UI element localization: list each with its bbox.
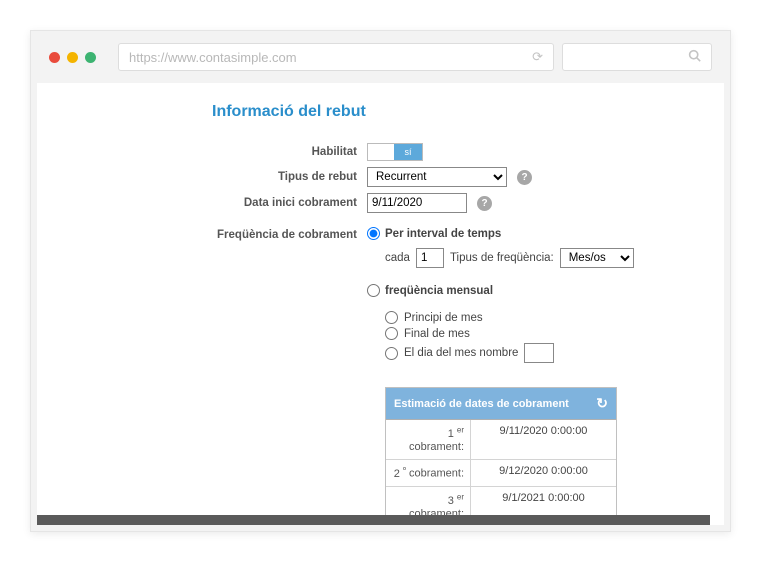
- refresh-icon[interactable]: ⟳: [532, 49, 543, 65]
- estimate-ord: 1 er cobrament:: [386, 420, 471, 459]
- radio-dia-input[interactable]: [385, 347, 398, 360]
- input-dia[interactable]: [524, 343, 554, 363]
- maximize-dot[interactable]: [85, 52, 96, 63]
- estimate-table: Estimació de dates de cobrament ↻ 1 er c…: [385, 387, 617, 525]
- input-cada[interactable]: [416, 248, 444, 268]
- select-tipus-rebut[interactable]: Recurrent: [367, 167, 507, 187]
- table-row: 2 º cobrament: 9/12/2020 0:00:00: [386, 460, 616, 487]
- cada-label: cada: [385, 252, 410, 264]
- help-icon[interactable]: ?: [517, 170, 532, 185]
- row-frequencia: Freqüència de cobrament Per interval de …: [212, 227, 724, 525]
- table-row: 1 er cobrament: 9/11/2020 0:00:00: [386, 420, 616, 460]
- minimize-dot[interactable]: [67, 52, 78, 63]
- search-icon: [688, 49, 701, 65]
- radio-mensual[interactable]: freqüència mensual: [367, 284, 634, 297]
- section-title: Informació del rebut: [212, 103, 724, 121]
- row-data-inici: Data inici cobrament ?: [212, 193, 724, 213]
- radio-mensual-label: freqüència mensual: [385, 285, 493, 297]
- row-tipus-rebut: Tipus de rebut Recurrent ?: [212, 167, 724, 187]
- search-box[interactable]: [562, 43, 712, 71]
- row-habilitat: Habilitat sí: [212, 143, 724, 161]
- radio-mensual-input[interactable]: [367, 284, 380, 297]
- url-text: https://www.contasimple.com: [129, 50, 297, 65]
- estimate-ord: 2 º cobrament:: [386, 460, 471, 486]
- radio-final[interactable]: Final de mes: [385, 327, 634, 340]
- refresh-icon[interactable]: ↻: [596, 395, 608, 412]
- window-controls: [49, 52, 96, 63]
- page-bottom-bar: [37, 515, 710, 525]
- estimate-body: 1 er cobrament: 9/11/2020 0:00:00 2 º co…: [386, 420, 616, 525]
- toggle-on-label: sí: [394, 144, 422, 160]
- label-habilitat: Habilitat: [212, 146, 357, 158]
- tipus-freq-label: Tipus de freqüència:: [450, 252, 554, 264]
- radio-interval-label: Per interval de temps: [385, 228, 501, 240]
- form-area: Informació del rebut Habilitat sí Tipus …: [37, 83, 724, 525]
- browser-content[interactable]: Informació del rebut Habilitat sí Tipus …: [37, 83, 724, 525]
- toggle-habilitat[interactable]: sí: [367, 143, 423, 161]
- label-tipus-rebut: Tipus de rebut: [212, 171, 357, 183]
- radio-interval-input[interactable]: [367, 227, 380, 240]
- url-bar[interactable]: https://www.contasimple.com ⟳: [118, 43, 554, 71]
- help-icon[interactable]: ?: [477, 196, 492, 211]
- radio-dia[interactable]: El dia del mes nombre: [385, 343, 634, 363]
- estimate-date: 9/12/2020 0:00:00: [471, 460, 616, 486]
- browser-bar: https://www.contasimple.com ⟳: [31, 31, 730, 83]
- radio-principi-label: Principi de mes: [404, 312, 483, 324]
- select-tipus-freq[interactable]: Mes/os: [560, 248, 634, 268]
- interval-config: cada Tipus de freqüència: Mes/os: [385, 248, 634, 268]
- input-data-inici[interactable]: [367, 193, 467, 213]
- radio-dia-label: El dia del mes nombre: [404, 347, 518, 359]
- label-frequencia: Freqüència de cobrament: [212, 227, 357, 241]
- estimate-header: Estimació de dates de cobrament ↻: [386, 388, 616, 420]
- radio-principi[interactable]: Principi de mes: [385, 311, 634, 324]
- freq-options: Per interval de temps cada Tipus de freq…: [367, 227, 634, 525]
- radio-final-label: Final de mes: [404, 328, 470, 340]
- radio-principi-input[interactable]: [385, 311, 398, 324]
- label-data-inici: Data inici cobrament: [212, 197, 357, 209]
- estimate-date: 9/11/2020 0:00:00: [471, 420, 616, 459]
- browser-frame: https://www.contasimple.com ⟳ Informació…: [30, 30, 731, 532]
- radio-final-input[interactable]: [385, 327, 398, 340]
- close-dot[interactable]: [49, 52, 60, 63]
- estimate-title: Estimació de dates de cobrament: [394, 398, 569, 410]
- radio-interval[interactable]: Per interval de temps: [367, 227, 634, 240]
